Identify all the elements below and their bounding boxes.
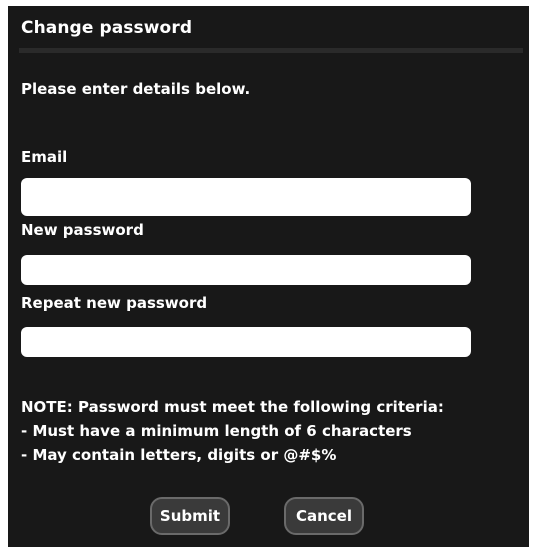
email-label: Email	[21, 148, 68, 166]
new-password-label: New password	[21, 221, 144, 239]
new-password-field[interactable]	[21, 255, 471, 285]
change-password-dialog: Change password Please enter details bel…	[8, 6, 529, 547]
title-divider	[19, 48, 523, 53]
email-field[interactable]	[21, 178, 471, 216]
repeat-password-field[interactable]	[21, 327, 471, 357]
note-line-2: - Must have a minimum length of 6 charac…	[21, 422, 412, 440]
repeat-password-label: Repeat new password	[21, 294, 208, 312]
note-line-3: - May contain letters, digits or @#$%	[21, 446, 337, 464]
intro-text: Please enter details below.	[21, 80, 251, 98]
dialog-title: Change password	[21, 18, 193, 38]
note-line-1: NOTE: Password must meet the following c…	[21, 398, 444, 416]
submit-button[interactable]: Submit	[150, 497, 230, 535]
cancel-button[interactable]: Cancel	[284, 497, 364, 535]
